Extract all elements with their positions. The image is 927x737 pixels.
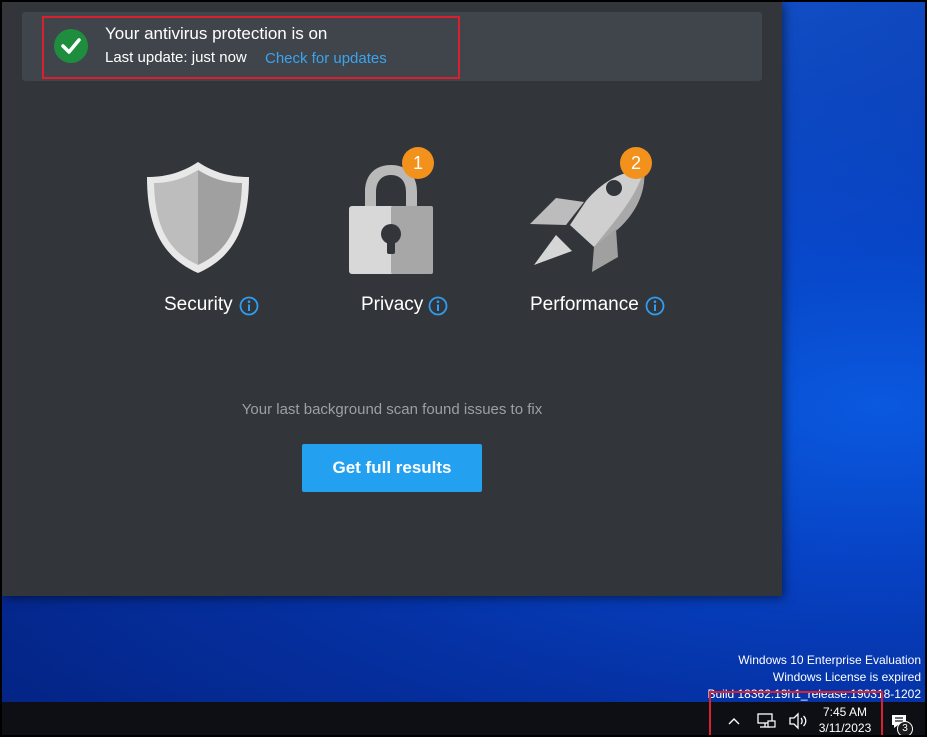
chevron-up-icon <box>728 717 740 724</box>
watermark-license: Windows License is expired <box>772 670 921 684</box>
scan-result-message: Your last background scan found issues t… <box>241 401 543 418</box>
feature-privacy[interactable] <box>346 162 436 276</box>
volume-icon <box>789 711 807 730</box>
protection-status-banner <box>22 12 762 81</box>
shield-icon <box>147 162 249 273</box>
desktop: Your antivirus protection is on Last upd… <box>0 0 927 737</box>
protection-status-title: Your antivirus protection is on <box>105 24 328 43</box>
performance-info-icon[interactable] <box>645 296 665 316</box>
privacy-info-icon[interactable] <box>428 296 448 316</box>
privacy-issue-badge: 1 <box>402 147 434 179</box>
clock-time: 7:45 AM <box>822 705 868 719</box>
security-info-icon[interactable] <box>239 296 259 316</box>
antivirus-window: Your antivirus protection is on Last upd… <box>2 2 782 596</box>
network-button[interactable] <box>752 702 780 735</box>
taskbar-clock[interactable]: 7:45 AM 3/11/2023 <box>814 704 876 735</box>
clock-date: 3/11/2023 <box>818 721 872 735</box>
feature-performance-label: Performance <box>530 294 639 315</box>
padlock-icon <box>349 165 433 274</box>
performance-issue-badge: 2 <box>620 147 652 179</box>
feature-performance[interactable] <box>526 167 652 277</box>
notification-count-badge: 3 <box>897 721 913 735</box>
taskbar: 7:45 AM 3/11/2023 <box>2 702 925 735</box>
feature-security[interactable] <box>145 160 251 275</box>
feature-security-label: Security <box>164 294 233 315</box>
feature-privacy-label: Privacy <box>361 294 424 315</box>
rocket-icon <box>530 170 645 272</box>
last-update-text: Last update: just now <box>105 49 247 66</box>
watermark-edition: Windows 10 Enterprise Evaluation <box>738 653 921 667</box>
watermark-build: Build 18362.19h1_release.190318-1202 <box>707 687 921 701</box>
volume-button[interactable] <box>784 702 812 735</box>
check-for-updates-link[interactable]: Check for updates <box>265 50 387 67</box>
show-hidden-icons-button[interactable] <box>722 702 746 735</box>
get-full-results-button[interactable]: Get full results <box>302 444 482 492</box>
network-icon <box>757 712 776 728</box>
check-icon <box>54 29 88 63</box>
